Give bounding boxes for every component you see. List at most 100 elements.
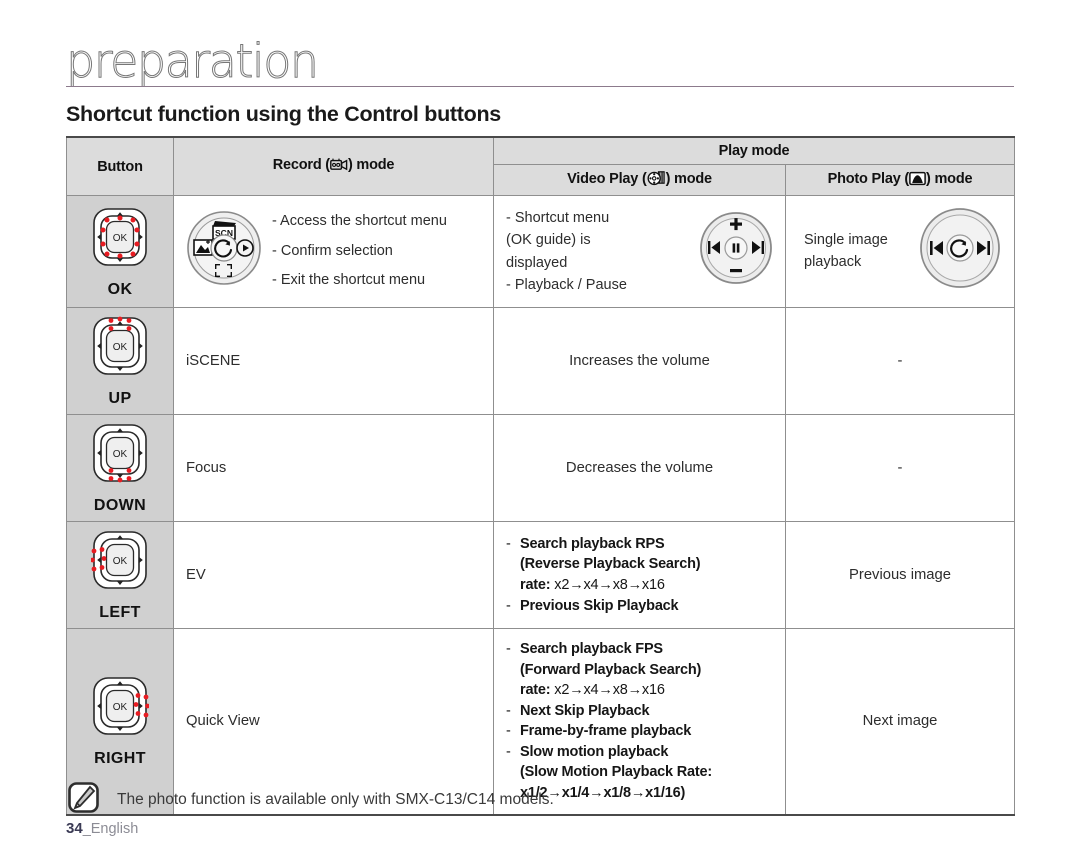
list-item: - Search playback RPS (Reverse Playback … <box>506 534 773 596</box>
bullet-dash: - <box>506 641 511 657</box>
record-label-prefix: Record ( <box>272 157 330 173</box>
bullet-rate: rate: x2→x4→x8→x16 <box>520 680 773 701</box>
video-line-1: - Shortcut menu <box>506 210 610 227</box>
button-label: OK <box>107 280 133 298</box>
photo-line-1: Single image <box>804 231 888 248</box>
footer-note: The photo function is available only wit… <box>68 782 554 818</box>
shortcut-function-table: Button Record ( ) mode Play mode Video Pl… <box>66 136 1016 816</box>
record-mode-dial-icon: SCN <box>186 210 262 293</box>
record-line-1: - Access the shortcut menu <box>272 212 447 229</box>
rate-label: rate: <box>520 577 551 593</box>
list-item: - Previous Skip Playback <box>506 596 773 617</box>
button-cell-ok: OK OK <box>66 195 174 308</box>
control-pad-down-icon: OK <box>91 423 149 495</box>
control-pad-up-icon: OK <box>91 316 149 388</box>
photo-line-2: playback <box>804 253 862 270</box>
bullet-dash: - <box>506 702 511 719</box>
record-mode-cell-down: Focus <box>173 414 494 522</box>
table-header: Button Record ( ) mode Play mode Video Pl… <box>66 136 1016 196</box>
slow-motion-rate-value: x1/2→x1/4→x1/8→x1/16) <box>520 785 686 802</box>
button-cell-up: OK UP <box>66 307 174 415</box>
column-header-photo-play: Photo Play ( ) mode <box>784 164 1016 196</box>
title-divider <box>66 86 1014 87</box>
table-row: OK UP iSCENE Increases the volume - <box>66 307 1016 415</box>
page-language: _English <box>82 821 139 837</box>
video-label-prefix: Video Play ( <box>567 171 647 187</box>
bullet-main: Frame-by-frame playback <box>520 723 692 740</box>
video-play-cell-left: - Search playback RPS (Reverse Playback … <box>493 521 786 629</box>
photo-play-cell-left: Previous image <box>784 521 1016 629</box>
bullet-sub: (Reverse Playback Search) <box>520 556 701 573</box>
video-bullet-list: - Search playback FPS (Forward Playback … <box>506 639 773 804</box>
control-pad-left-icon: OK <box>91 530 149 602</box>
svg-text:OK: OK <box>113 342 128 353</box>
video-play-cell-down: Decreases the volume <box>493 414 786 522</box>
button-label: UP <box>108 390 132 407</box>
video-line-2: (OK guide) is <box>506 232 591 249</box>
photo-play-cell-ok: Single image playback <box>784 195 1016 308</box>
record-line-2: - Confirm selection <box>272 242 393 259</box>
section-title: Shortcut function using the Control butt… <box>66 102 501 126</box>
bullet-main: Next Skip Playback <box>520 702 650 719</box>
list-item: - Search playback FPS (Forward Playback … <box>506 639 773 701</box>
photo-label-prefix: Photo Play ( <box>827 170 910 187</box>
table-row: OK DOWN Focus Decreases the volume - <box>66 414 1016 522</box>
rate-value: x2→x4→x8→x16 <box>554 577 665 593</box>
svg-text:OK: OK <box>113 702 128 713</box>
photo-label-suffix: ) mode <box>926 170 973 187</box>
manual-page: preparation Shortcut function using the … <box>0 0 1080 866</box>
video-line-4: - Playback / Pause <box>506 276 627 293</box>
video-play-cell-ok: - Shortcut menu (OK guide) is displayed … <box>493 195 786 308</box>
svg-text:OK: OK <box>113 556 128 567</box>
list-item: - Frame-by-frame playback <box>506 721 773 742</box>
bullet-main: Previous Skip Playback <box>520 597 679 614</box>
column-header-play-mode: Play mode <box>492 136 1016 165</box>
column-header-button: Button <box>66 136 174 196</box>
video-play-dial-icon <box>699 211 773 292</box>
video-line-3: displayed <box>506 254 568 271</box>
record-mode-cell-ok: SCN - Access the shortcut menu - Confirm… <box>173 195 494 308</box>
film-reel-icon <box>647 170 666 190</box>
svg-text:OK: OK <box>113 233 128 244</box>
bullet-main: Search playback FPS <box>520 641 663 657</box>
note-text: The photo function is available only wit… <box>117 791 554 808</box>
bullet-dash: - <box>506 723 511 740</box>
button-cell-down: OK DOWN <box>66 414 174 522</box>
button-label: LEFT <box>99 604 141 621</box>
bullet-main: Search playback RPS <box>520 535 665 552</box>
video-play-lines: - Shortcut menu (OK guide) is displayed … <box>506 207 627 295</box>
button-label: RIGHT <box>94 750 146 768</box>
button-cell-left: OK LEFT <box>66 521 174 629</box>
photo-play-dial-icon <box>918 206 1002 297</box>
record-line-3: - Exit the shortcut menu <box>272 272 426 289</box>
page-title: preparation <box>66 34 320 88</box>
photo-play-cell-down: - <box>784 414 1016 522</box>
record-mode-lines: - Access the shortcut menu - Confirm sel… <box>272 207 447 296</box>
table-row: OK LEFT EV - Search playback RPS (Revers… <box>66 521 1016 629</box>
photo-play-cell-up: - <box>784 307 1016 415</box>
record-label-suffix: ) mode <box>347 157 395 173</box>
column-header-record-mode: Record ( ) mode <box>173 136 494 196</box>
bullet-sub: (Slow Motion Playback Rate: <box>520 764 712 781</box>
bullet-dash: - <box>506 535 511 552</box>
control-pad-ok-icon: OK <box>91 207 149 279</box>
camcorder-icon <box>330 157 348 176</box>
column-header-video-play: Video Play ( ) mode <box>493 164 786 196</box>
rate-value: x2→x4→x8→x16 <box>554 682 665 699</box>
control-pad-right-icon: OK <box>91 676 149 748</box>
record-mode-cell-left: EV <box>173 521 494 629</box>
photo-play-lines: Single image playback <box>804 230 888 274</box>
svg-text:OK: OK <box>113 449 128 460</box>
button-label: DOWN <box>93 497 147 514</box>
bullet-sub: (Forward Playback Search) <box>520 661 702 678</box>
table-row: OK OK SCN - Access the shortcut menu - C… <box>66 195 1016 308</box>
photo-play-cell-right: Next image <box>784 627 1016 816</box>
photo-icon <box>909 171 926 190</box>
bullet-main: Slow motion playback <box>520 743 669 760</box>
note-pencil-icon <box>68 782 99 818</box>
video-play-cell-up: Increases the volume <box>493 307 786 415</box>
bullet-rate: rate: x2→x4→x8→x16 <box>520 575 773 596</box>
list-item: - Next Skip Playback <box>506 701 773 722</box>
video-label-suffix: ) mode <box>665 171 713 187</box>
video-bullet-list: - Search playback RPS (Reverse Playback … <box>506 534 773 616</box>
